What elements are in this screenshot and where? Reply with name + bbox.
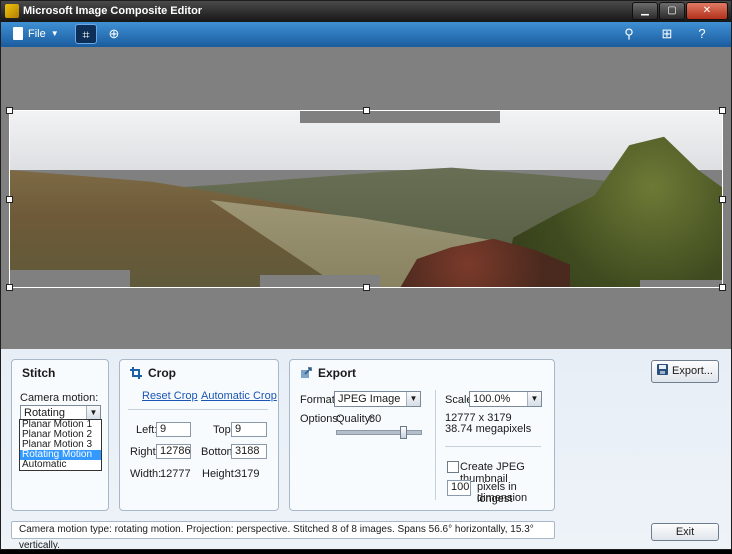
- export-button[interactable]: Export...: [651, 360, 719, 383]
- chevron-down-icon: ▼: [527, 392, 541, 406]
- crop-rectangle[interactable]: [9, 110, 723, 288]
- options-label: Options:: [300, 413, 341, 425]
- quality-slider-thumb[interactable]: [400, 426, 408, 439]
- fit-to-window-icon: ⊞: [661, 26, 673, 41]
- crop-handle[interactable]: [6, 107, 13, 114]
- height-value: 3179: [235, 468, 260, 480]
- exit-button-label: Exit: [675, 526, 695, 538]
- crop-handle[interactable]: [719, 107, 726, 114]
- app-icon: [5, 4, 19, 18]
- crop-handle[interactable]: [6, 284, 13, 291]
- format-value: JPEG Image: [338, 393, 401, 405]
- scale-value: 100.0%: [473, 393, 511, 405]
- crop-panel: Crop Reset Crop Automatic Crop Left: 9 T…: [119, 359, 279, 511]
- height-label: Height:: [202, 468, 237, 480]
- quality-value: 80: [369, 413, 382, 425]
- crop-title: Crop: [148, 366, 176, 380]
- dropdown-option[interactable]: Automatic: [20, 460, 101, 470]
- projection-button[interactable]: ⊕: [103, 24, 125, 44]
- app-window: Microsoft Image Composite Editor ▁ ▢ ✕ F…: [0, 0, 732, 551]
- export-icon: [301, 367, 312, 378]
- quality-label: Quality:: [336, 413, 374, 425]
- thumbnail-checkbox[interactable]: [447, 461, 459, 473]
- crop-tool-icon: ⌗: [82, 27, 90, 42]
- width-value: 12777: [160, 468, 191, 480]
- minimize-button[interactable]: ▁: [632, 2, 658, 20]
- window-title: Microsoft Image Composite Editor: [23, 5, 203, 17]
- status-text: Camera motion type: rotating motion. Pro…: [19, 524, 534, 551]
- chevron-down-icon: ▼: [406, 392, 420, 406]
- right-label: Right:: [130, 446, 159, 458]
- chevron-down-icon: ▼: [86, 406, 100, 420]
- toolbar: File ▼ ⌗ ⊕ ⚲ ⊞ ?: [1, 22, 731, 48]
- quality-slider[interactable]: [336, 430, 422, 435]
- magnifier-icon: ⚲: [624, 26, 634, 41]
- crop-handle[interactable]: [6, 196, 13, 203]
- stitch-title: Stitch: [22, 366, 56, 380]
- left-label: Left:: [136, 424, 158, 436]
- close-button[interactable]: ✕: [686, 2, 728, 20]
- thumbnail-size-input[interactable]: 100: [447, 480, 471, 496]
- automatic-crop-link[interactable]: Automatic Crop: [201, 390, 277, 402]
- left-input[interactable]: 9: [156, 422, 191, 437]
- crop-handle[interactable]: [719, 196, 726, 203]
- bottom-input[interactable]: 3188: [231, 444, 267, 459]
- title-bar: Microsoft Image Composite Editor ▁ ▢ ✕: [1, 1, 731, 22]
- export-button-label: Export...: [672, 365, 713, 377]
- format-label: Format:: [300, 394, 338, 406]
- camera-motion-dropdown[interactable]: Planar Motion 1 Planar Motion 2 Planar M…: [19, 419, 102, 471]
- crop-handle[interactable]: [363, 284, 370, 291]
- width-label: Width:: [130, 468, 162, 480]
- crop-handle[interactable]: [719, 284, 726, 291]
- output-megapixels: 38.74 megapixels: [445, 423, 532, 435]
- help-icon: ?: [698, 26, 706, 41]
- floppy-disk-icon: [657, 364, 669, 375]
- export-title: Export: [318, 366, 357, 380]
- status-bar: Camera motion type: rotating motion. Pro…: [11, 521, 555, 551]
- scale-select[interactable]: 100.0% ▼: [469, 391, 542, 407]
- window-controls: ▁ ▢ ✕: [632, 2, 728, 20]
- camera-motion-label: Camera motion:: [20, 392, 99, 404]
- fit-button[interactable]: ⊞: [656, 24, 678, 44]
- top-input[interactable]: 9: [231, 422, 267, 437]
- chevron-down-icon: ▼: [50, 29, 59, 38]
- crop-tool-button[interactable]: ⌗: [75, 24, 97, 44]
- crop-icon: [130, 367, 142, 379]
- right-input[interactable]: 12786: [156, 444, 191, 459]
- crop-handle[interactable]: [363, 107, 370, 114]
- file-menu[interactable]: File ▼: [13, 27, 59, 40]
- format-select[interactable]: JPEG Image ▼: [334, 391, 421, 407]
- maximize-button[interactable]: ▢: [659, 2, 685, 20]
- globe-icon: ⊕: [108, 26, 120, 41]
- document-icon: [13, 27, 23, 40]
- help-button[interactable]: ?: [691, 24, 713, 44]
- exit-button[interactable]: Exit: [651, 523, 719, 541]
- export-panel: Export Format: JPEG Image ▼ Options: Qua…: [289, 359, 555, 511]
- file-menu-label: File: [28, 27, 46, 40]
- control-panel: Stitch Camera motion: Rotating Motion ▼ …: [1, 349, 731, 551]
- zoom-button[interactable]: ⚲: [618, 24, 640, 44]
- reset-crop-link[interactable]: Reset Crop: [142, 390, 198, 402]
- thumbnail-size-label-2: dimension: [477, 492, 528, 504]
- panorama-canvas[interactable]: [1, 47, 731, 349]
